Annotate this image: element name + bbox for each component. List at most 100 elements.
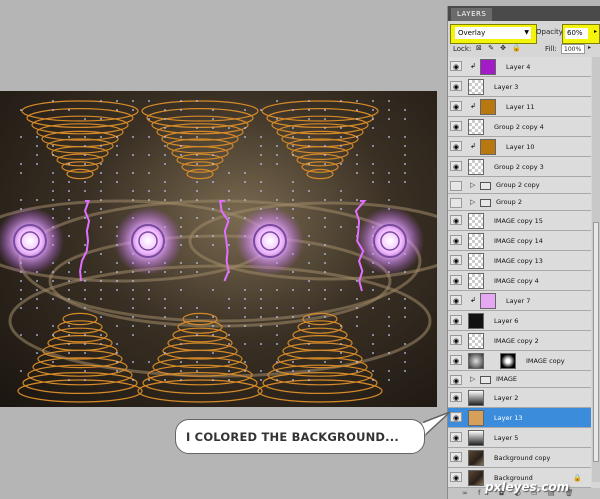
layer-thumbnail[interactable]: [468, 119, 484, 135]
eye-icon[interactable]: ◉: [450, 215, 462, 225]
panel-tab-bar: LAYERS: [448, 6, 600, 21]
opacity-highlight: 60% ▸: [562, 24, 600, 44]
eye-icon[interactable]: ◉: [450, 315, 462, 325]
eye-icon[interactable]: ◉: [450, 355, 462, 365]
disclosure-triangle-icon[interactable]: ▷: [470, 375, 475, 383]
layer-row[interactable]: ◉ ↲ Layer 11: [448, 97, 591, 117]
layer-name: Group 2: [496, 198, 522, 206]
lock-icon: 🔒: [573, 474, 582, 482]
fill-label: Fill:: [545, 45, 557, 53]
layer-row[interactable]: ◉ ↲ Layer 4: [448, 57, 591, 77]
layer-row[interactable]: ◉ Layer 3: [448, 77, 591, 97]
eye-icon[interactable]: ◉: [450, 275, 462, 285]
scrollbar-thumb[interactable]: [593, 222, 599, 462]
layer-thumbnail[interactable]: [468, 333, 484, 349]
layer-name: Layer 6: [494, 317, 518, 325]
layer-thumbnail[interactable]: [468, 213, 484, 229]
lock-options-icon[interactable]: ⊠ ✎ ✥ 🔒: [476, 44, 523, 52]
eye-icon[interactable]: [450, 198, 462, 208]
layer-name: Layer 3: [494, 83, 518, 91]
layer-row[interactable]: ◉ Layer 2: [448, 388, 591, 408]
disclosure-triangle-icon[interactable]: ▷: [470, 181, 475, 189]
layers-list: ◉ ↲ Layer 4 ◉ Layer 3 ◉ ↲ Layer 11 ◉ Group 2 copy…: [448, 57, 591, 488]
clipping-arrow-icon: ↲: [470, 62, 476, 70]
folder-icon: [480, 376, 491, 384]
eye-icon[interactable]: ◉: [450, 81, 462, 91]
layer-row[interactable]: ◉ IMAGE copy 4: [448, 271, 591, 291]
layer-thumbnail[interactable]: [468, 410, 484, 426]
clipping-arrow-icon: ↲: [470, 102, 476, 110]
opacity-input[interactable]: 60%: [565, 28, 588, 39]
layer-group-row[interactable]: ◉ ▷ IMAGE: [448, 371, 591, 388]
eye-icon[interactable]: ◉: [450, 161, 462, 171]
layers-scrollbar[interactable]: [592, 57, 600, 482]
layer-group-row[interactable]: ▷ Group 2 copy: [448, 177, 591, 194]
blend-mode-dropdown[interactable]: Overlay ▼: [455, 27, 531, 39]
eye-icon[interactable]: ◉: [450, 61, 462, 71]
eye-icon[interactable]: ◉: [450, 392, 462, 402]
layer-row[interactable]: ◉ ↲ Layer 7: [448, 291, 591, 311]
layer-thumbnail[interactable]: [480, 59, 496, 75]
layer-name: IMAGE copy 15: [494, 217, 543, 225]
layer-name: Layer 7: [506, 297, 530, 305]
layer-thumbnail[interactable]: [480, 293, 496, 309]
layer-name: Background copy: [494, 454, 550, 462]
layer-row[interactable]: ◉ IMAGE copy 15: [448, 211, 591, 231]
layer-name: Layer 10: [506, 143, 534, 151]
layer-thumbnail[interactable]: [468, 253, 484, 269]
layer-name: Group 2 copy: [496, 181, 540, 189]
layer-name: Layer 5: [494, 434, 518, 442]
layer-thumbnail[interactable]: [468, 313, 484, 329]
eye-icon[interactable]: ◉: [450, 235, 462, 245]
eye-icon[interactable]: ◉: [450, 101, 462, 111]
document-canvas[interactable]: [0, 91, 437, 407]
layer-thumbnail[interactable]: [468, 79, 484, 95]
folder-icon: [480, 182, 491, 190]
eye-icon[interactable]: ◉: [450, 141, 462, 151]
layer-row[interactable]: ◉ Group 2 copy 4: [448, 117, 591, 137]
eye-icon[interactable]: ◉: [450, 472, 462, 482]
layer-name: IMAGE copy: [526, 357, 565, 365]
layer-thumbnail[interactable]: [468, 390, 484, 406]
layer-thumbnail[interactable]: [468, 273, 484, 289]
layer-thumbnail[interactable]: [480, 139, 496, 155]
layer-row[interactable]: ◉ Layer 13: [448, 408, 591, 428]
layer-row[interactable]: ◉ IMAGE copy 2: [448, 331, 591, 351]
layer-row[interactable]: ◉ IMAGE copy: [448, 351, 591, 371]
opacity-slider-arrow-icon[interactable]: ▸: [594, 28, 597, 35]
layer-row[interactable]: ◉ IMAGE copy 13: [448, 251, 591, 271]
layer-row[interactable]: ◉ ↲ Layer 10: [448, 137, 591, 157]
layer-thumbnail[interactable]: [468, 450, 484, 466]
layer-thumbnail[interactable]: [480, 99, 496, 115]
layer-row[interactable]: ◉ Background copy: [448, 448, 591, 468]
eye-icon[interactable]: ◉: [450, 121, 462, 131]
layer-name: IMAGE copy 14: [494, 237, 543, 245]
layer-row[interactable]: ◉ Group 2 copy 3: [448, 157, 591, 177]
layer-row[interactable]: ◉ IMAGE copy 14: [448, 231, 591, 251]
tab-layers[interactable]: LAYERS: [451, 8, 492, 21]
layer-thumbnail[interactable]: [468, 159, 484, 175]
eye-icon[interactable]: ◉: [450, 335, 462, 345]
layer-name: IMAGE copy 4: [494, 277, 539, 285]
layer-row[interactable]: ◉ Layer 5: [448, 428, 591, 448]
layer-thumbnail[interactable]: [468, 470, 484, 486]
eye-icon[interactable]: ◉: [450, 375, 462, 385]
layer-name: IMAGE: [496, 375, 517, 383]
eye-icon[interactable]: ◉: [450, 255, 462, 265]
layer-thumbnail[interactable]: [468, 430, 484, 446]
callout-text: I COLORED THE BACKGROUND...: [186, 430, 399, 444]
eye-icon[interactable]: ◉: [450, 452, 462, 462]
lock-label: Lock:: [453, 45, 471, 53]
layer-row[interactable]: ◉ Layer 6: [448, 311, 591, 331]
eye-icon[interactable]: [450, 181, 462, 191]
layer-mask-thumbnail[interactable]: [500, 353, 516, 369]
layer-thumbnail[interactable]: [468, 353, 484, 369]
layer-group-row[interactable]: ▷ Group 2: [448, 194, 591, 211]
fill-input[interactable]: 100%: [561, 44, 585, 54]
fill-slider-arrow-icon[interactable]: ▸: [588, 44, 591, 51]
disclosure-triangle-icon[interactable]: ▷: [470, 198, 475, 206]
layer-name: IMAGE copy 2: [494, 337, 539, 345]
layers-panel: LAYERS Overlay ▼ Opacity: 60% ▸ Lock: ⊠ …: [447, 6, 600, 499]
layer-thumbnail[interactable]: [468, 233, 484, 249]
eye-icon[interactable]: ◉: [450, 295, 462, 305]
